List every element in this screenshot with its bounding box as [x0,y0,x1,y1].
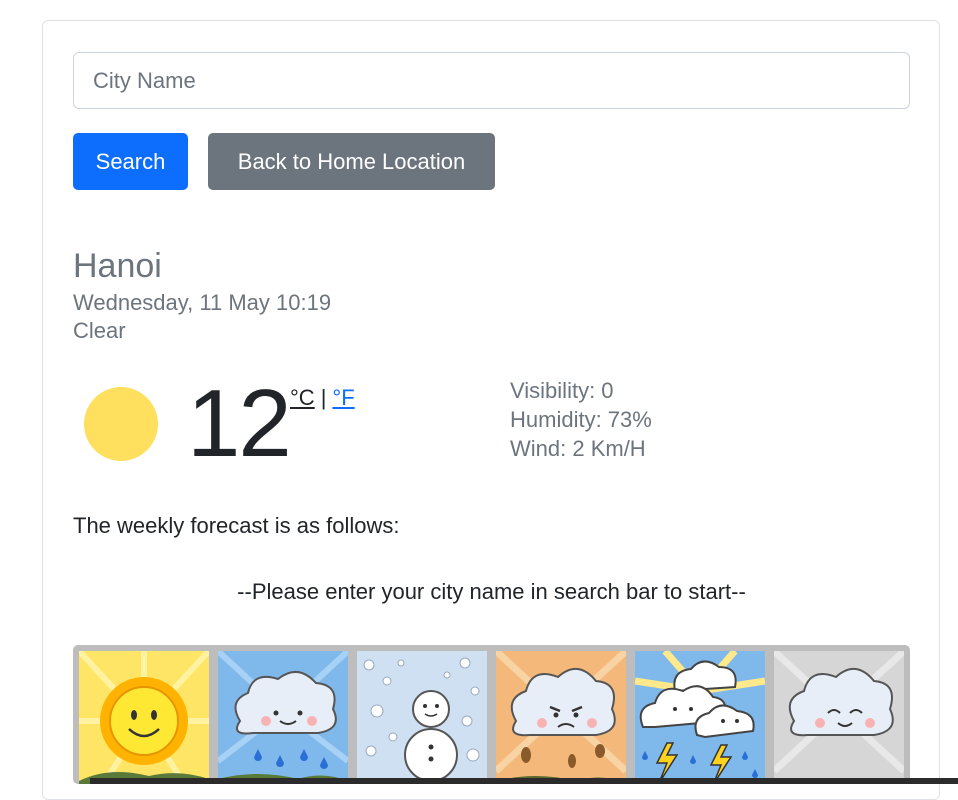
wind-text: Wind: 2 Km/H [510,436,646,461]
celsius-link[interactable]: °C [290,385,315,410]
weather-illustration-strip [73,645,910,784]
bottom-taskbar-edge [90,778,958,784]
snow-weather-icon [357,651,487,784]
weather-condition: Clear [73,318,126,343]
thunderstorm-weather-icon [635,651,765,784]
fahrenheit-link[interactable]: °F [332,385,354,410]
unit-toggle: °C | °F [290,385,355,411]
date-time: Wednesday, 11 May 10:19 [73,290,332,315]
unit-separator: | [320,385,327,410]
forecast-message: --Please enter your city name in search … [237,579,746,604]
visibility-text: Visibility: 0 [510,378,614,403]
temperature-value: 12 [187,370,292,477]
wind-weather-icon [496,651,626,784]
sunny-weather-icon [79,651,209,784]
rain-weather-icon [218,651,348,784]
sun-icon [84,387,158,461]
cloudy-weather-icon [774,651,904,784]
city-name: Hanoi [73,247,162,285]
weather-stats: Visibility: 0 Humidity: 73% Wind: 2 Km/H [510,376,652,463]
back-to-home-button[interactable]: Back to Home Location [208,133,495,190]
search-button[interactable]: Search [73,133,188,190]
humidity-text: Humidity: 73% [510,407,652,432]
forecast-title: The weekly forecast is as follows: [73,513,400,538]
city-search-input[interactable] [73,52,910,109]
